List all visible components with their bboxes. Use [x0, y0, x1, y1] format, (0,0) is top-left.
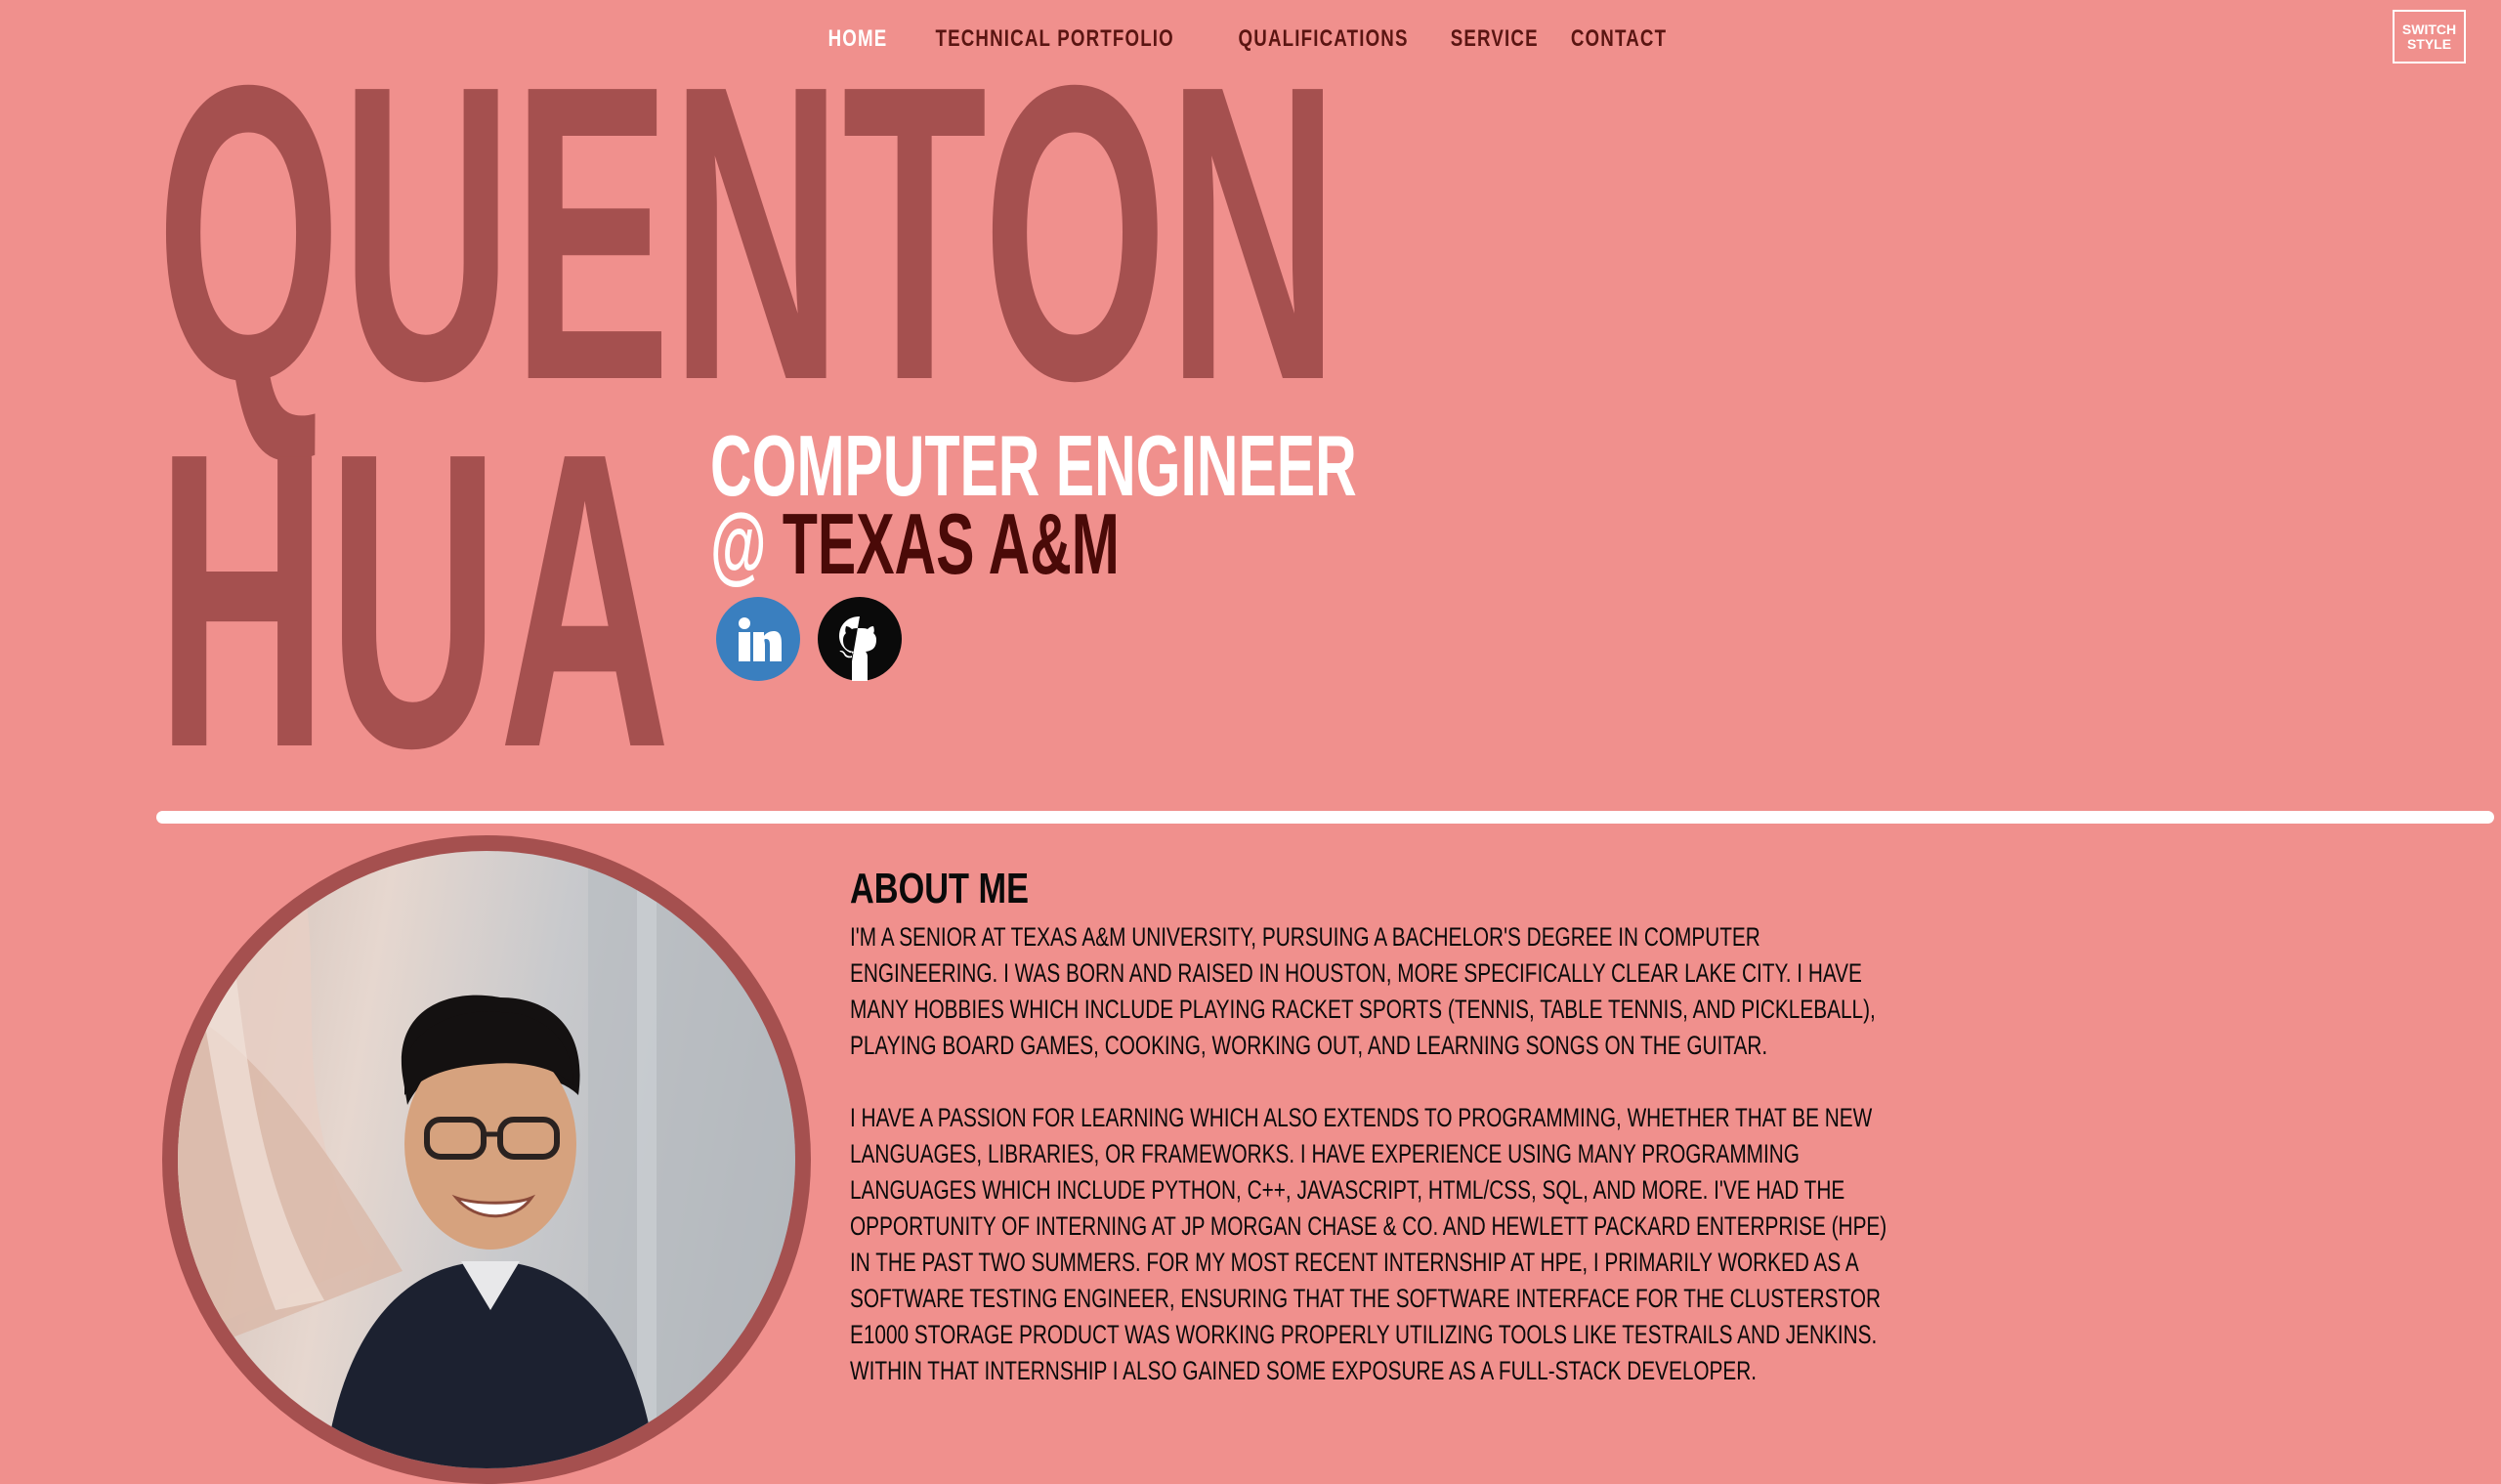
nav-contact[interactable]: CONTACT [1571, 25, 1667, 53]
switch-style-line2: STYLE [2406, 35, 2452, 52]
section-divider [156, 811, 2494, 824]
social-links [716, 597, 902, 681]
about-paragraph-2: I have a passion for learning which also… [850, 1103, 1887, 1385]
about-title: ABOUT ME [850, 865, 1030, 912]
hero-role-title: COMPUTER ENGINEER [710, 417, 1357, 514]
about-body: I'm a senior at Texas A&M University, pu… [850, 919, 1903, 1425]
linkedin-icon[interactable] [716, 597, 800, 681]
about-paragraph-1: I'm a senior at Texas A&M University, pu… [850, 922, 1876, 1060]
nav-service[interactable]: SERVICE [1451, 25, 1539, 53]
github-icon[interactable] [818, 597, 902, 681]
profile-photo [178, 851, 795, 1468]
switch-style-line1: SWITCH [2401, 21, 2457, 37]
hero-role-school-line: @ TEXAS A&M [710, 501, 1357, 587]
hero-school: TEXAS A&M [782, 495, 1120, 592]
hero-last-name: HUA [156, 366, 671, 835]
hero-at-symbol: @ [710, 495, 767, 592]
profile-photo-frame [162, 835, 811, 1484]
switch-style-button[interactable]: SWITCH STYLE [2393, 10, 2466, 64]
hero-role: COMPUTER ENGINEER @ TEXAS A&M [710, 417, 1357, 587]
